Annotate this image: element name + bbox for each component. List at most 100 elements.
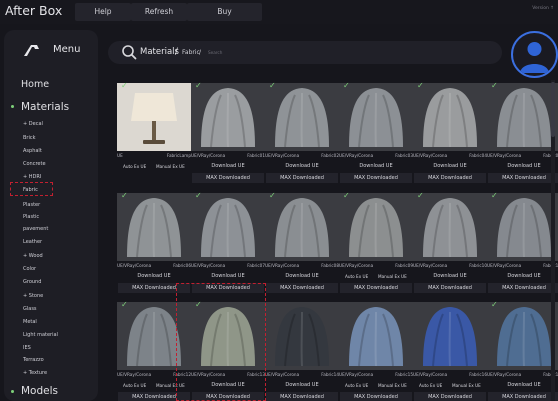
material-name-label: Fabric01	[247, 153, 265, 158]
breadcrumb-materials[interactable]: Materials	[140, 47, 179, 57]
download-ue-button[interactable]: Download UE	[191, 163, 265, 169]
max-downloaded-button[interactable]: MAX Downloaded	[266, 392, 338, 401]
nav-models[interactable]: Models	[21, 385, 58, 397]
breadcrumb-fabric[interactable]: Fabric	[182, 49, 200, 56]
download-ue-button[interactable]: Download UE	[413, 163, 487, 169]
download-ue-button[interactable]: Download UE	[191, 273, 265, 279]
sidebar-item-brick[interactable]: Brick	[23, 135, 36, 141]
material-name-label: Fabric15	[395, 372, 413, 377]
sidebar-item-decal[interactable]: + Decal	[23, 121, 43, 127]
fabric-preview-image[interactable]	[191, 193, 265, 261]
download-ue-button[interactable]: Download UE	[413, 273, 487, 279]
help-button[interactable]: Help	[75, 3, 131, 21]
breadcrumb-separator-2: /	[199, 49, 202, 56]
manual-ex-ue-button[interactable]: Manual Ex UE	[156, 164, 185, 169]
fabric-preview-image[interactable]	[487, 302, 558, 370]
max-downloaded-button[interactable]: MAX Downloaded	[488, 283, 558, 293]
manual-ex-ue-button[interactable]: Manual Ex UE	[452, 383, 481, 388]
auto-ex-ue-button[interactable]: Auto Ex UE	[123, 383, 146, 388]
scrollbar-thumb[interactable]	[551, 82, 555, 137]
render-engines-label: UE/VRay/Corona	[339, 263, 374, 268]
fabric-preview-image[interactable]	[265, 83, 339, 151]
download-ue-button[interactable]: Download UE	[265, 273, 339, 279]
render-engines-label: UE	[117, 153, 123, 158]
download-ue-button[interactable]: Download UE	[487, 382, 558, 388]
fabric-preview-image[interactable]	[487, 83, 558, 151]
sidebar-item-color[interactable]: Color	[23, 266, 36, 272]
lamp-preview-image[interactable]	[117, 83, 191, 151]
fabric-preview-image[interactable]	[339, 302, 413, 370]
nav-materials[interactable]: Materials	[21, 101, 69, 113]
sidebar-item-wood[interactable]: + Wood	[23, 253, 43, 259]
sidebar-item-ground[interactable]: Ground	[23, 279, 41, 285]
nav-home[interactable]: Home	[21, 79, 49, 90]
sidebar-item-plaster[interactable]: Plaster	[23, 202, 40, 208]
sidebar-item-ies[interactable]: IES	[23, 345, 31, 351]
auto-ex-ue-button[interactable]: Auto Ex UE	[419, 383, 442, 388]
render-engines-label: UE/VRay/Corona	[191, 153, 226, 158]
material-name-label: Fabric03	[395, 153, 413, 158]
user-avatar-icon[interactable]	[511, 31, 558, 78]
auto-ex-ue-button[interactable]: Auto Ex UE	[345, 383, 368, 388]
sidebar-item-stone[interactable]: + Stone	[23, 293, 43, 299]
auto-ex-ue-button[interactable]: Auto Ex UE	[345, 274, 368, 279]
search-input[interactable]: Search	[208, 50, 222, 55]
fabric-preview-image[interactable]	[413, 193, 487, 261]
max-downloaded-button[interactable]: MAX Downloaded	[488, 173, 558, 183]
app-logo-icon	[24, 45, 39, 56]
max-downloaded-button[interactable]: MAX Downloaded	[414, 173, 486, 183]
material-name-label: Fabric08	[321, 263, 339, 268]
download-ue-button[interactable]: Download UE	[487, 163, 558, 169]
download-ue-button[interactable]: Download UE	[117, 273, 191, 279]
check-icon: ✓	[269, 191, 276, 200]
max-downloaded-button[interactable]: MAX Downloaded	[266, 283, 338, 293]
max-downloaded-button[interactable]: MAX Downloaded	[340, 283, 412, 293]
fabric-preview-image[interactable]	[339, 193, 413, 261]
sidebar-item-light-material[interactable]: Light material	[23, 332, 58, 338]
sidebar-item-metal[interactable]: Metal	[23, 319, 37, 325]
after-box-app: { "app_title": "After Box", "topbar": {"…	[0, 0, 558, 401]
fabric-preview-image[interactable]	[413, 302, 487, 370]
download-ue-button[interactable]: Download UE	[339, 163, 413, 169]
sidebar-item-terrazzo[interactable]: Terrazzo	[23, 357, 44, 363]
max-downloaded-button[interactable]: MAX Downloaded	[414, 283, 486, 293]
render-engines-label: UE/VRay/Corona	[339, 153, 374, 158]
download-ue-button[interactable]: Download UE	[265, 163, 339, 169]
sidebar-item-leather[interactable]: Leather	[23, 239, 42, 245]
sidebar-item-texture[interactable]: + Texture	[23, 370, 47, 376]
fabric-preview-image[interactable]	[191, 83, 265, 151]
max-downloaded-button[interactable]: MAX Downloaded	[340, 173, 412, 183]
check-icon: ✓	[343, 81, 350, 90]
active-dot-icon	[11, 105, 14, 108]
fabric-preview-image[interactable]	[265, 302, 339, 370]
render-engines-label: UE/VRay/Corona	[487, 263, 522, 268]
fabric-preview-image[interactable]	[265, 193, 339, 261]
fabric-preview-image[interactable]	[339, 83, 413, 151]
fabric-preview-image[interactable]	[117, 193, 191, 261]
max-downloaded-button[interactable]: MAX Downloaded	[340, 392, 412, 401]
sidebar-item-plastic[interactable]: Plastic	[23, 214, 39, 220]
render-engines-label: UE/VRay/Corona	[413, 372, 448, 377]
max-downloaded-button[interactable]: MAX Downloaded	[414, 392, 486, 401]
render-engines-label: UE/VRay/Corona	[117, 263, 152, 268]
max-downloaded-button[interactable]: MAX Downloaded	[488, 392, 558, 401]
sidebar-item-hdri[interactable]: + HDRI	[23, 174, 41, 180]
auto-ex-ue-button[interactable]: Auto Ex UE	[123, 164, 146, 169]
download-ue-button[interactable]: Download UE	[487, 273, 558, 279]
manual-ex-ue-button[interactable]: Manual Ex UE	[378, 383, 407, 388]
max-downloaded-button[interactable]: MAX Downloaded	[266, 173, 338, 183]
sidebar-item-asphalt[interactable]: Asphalt	[23, 148, 42, 154]
sidebar-item-concrete[interactable]: Concrete	[23, 161, 46, 167]
manual-ex-ue-button[interactable]: Manual Ex UE	[378, 274, 407, 279]
refresh-button[interactable]: Refresh	[131, 3, 187, 21]
sidebar-item-glass[interactable]: Glass	[23, 306, 37, 312]
download-ue-button[interactable]: Download UE	[265, 382, 339, 388]
fabric-preview-image[interactable]	[487, 193, 558, 261]
sidebar-item-pavement[interactable]: pavement	[23, 226, 48, 232]
buy-button[interactable]: Buy	[187, 3, 262, 21]
max-downloaded-button[interactable]: MAX Downloaded	[192, 173, 264, 183]
check-icon: ✓	[121, 81, 128, 90]
fabric-preview-image[interactable]	[413, 83, 487, 151]
search-icon[interactable]	[121, 44, 137, 60]
check-icon: ✓	[195, 191, 202, 200]
